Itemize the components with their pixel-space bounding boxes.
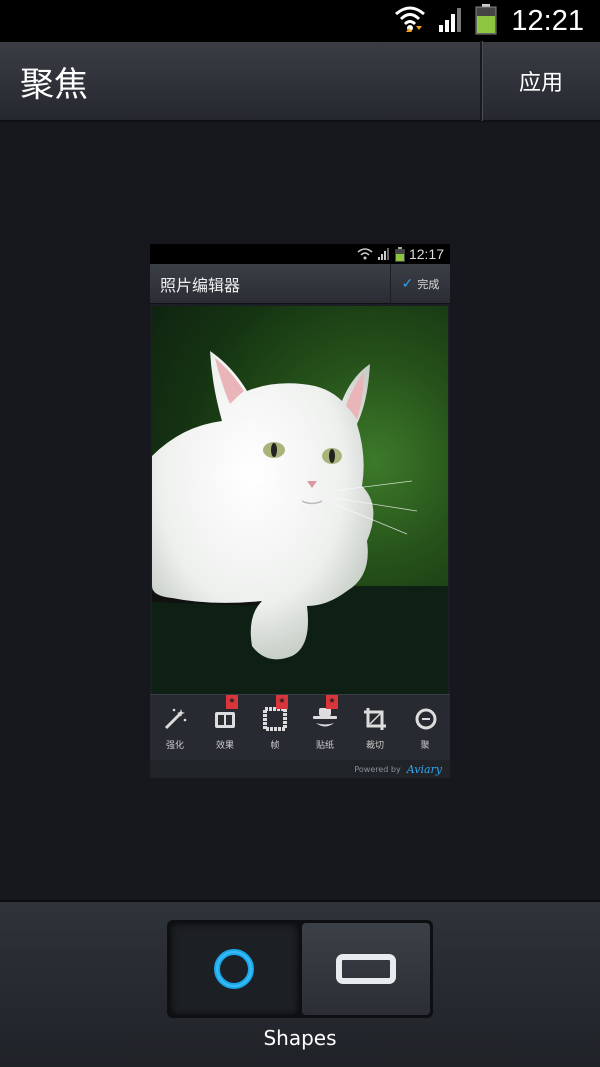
focus-icon <box>415 708 437 729</box>
shape-selector <box>167 920 433 1018</box>
sticker-icon <box>313 707 337 726</box>
battery-icon <box>475 3 497 39</box>
signal-icon <box>437 5 465 37</box>
cat-photo <box>152 306 448 694</box>
tool-label: 帧 <box>270 740 280 751</box>
rectangle-shape-button[interactable] <box>301 923 430 1015</box>
tool-stickers: ★ 贴纸 <box>300 695 350 761</box>
new-badge: ★ <box>326 695 338 709</box>
tool-label: 聚 <box>420 740 430 751</box>
circle-icon <box>214 949 255 989</box>
wifi-icon <box>393 4 427 38</box>
preview-done-label: 完成 <box>417 277 440 291</box>
check-icon: ✓ <box>401 275 414 292</box>
preview-battery-icon <box>394 246 405 262</box>
action-bar: 聚焦 应用 <box>0 41 600 122</box>
tool-focus: 聚 <box>400 695 450 761</box>
powered-by: Powered by Aviary <box>150 760 450 778</box>
new-badge: ★ <box>226 695 238 709</box>
frame-icon <box>263 706 287 731</box>
shapes-label: Shapes <box>263 1026 337 1050</box>
circle-shape-button[interactable] <box>170 923 299 1015</box>
status-time: 12:21 <box>511 4 584 37</box>
preview-image[interactable]: 12:17 照片编辑器 ✓ 完成 强化 ★ 效果 ★ 帧 ★ 贴纸 裁切 聚 P… <box>150 244 450 778</box>
tool-label: 贴纸 <box>315 740 334 751</box>
tool-label: 效果 <box>215 740 234 751</box>
brand-logo: Aviary <box>406 762 442 776</box>
effects-icon <box>215 711 235 728</box>
preview-toolbar: 强化 ★ 效果 ★ 帧 ★ 贴纸 裁切 聚 <box>150 694 450 760</box>
preview-done-button: ✓ 完成 <box>390 263 450 304</box>
page-title: 聚焦 <box>20 64 88 105</box>
preview-area: 12:17 照片编辑器 ✓ 完成 强化 ★ 效果 ★ 帧 ★ 贴纸 裁切 聚 P… <box>0 122 600 900</box>
tool-crop: 裁切 <box>350 695 400 761</box>
status-bar: 12:21 <box>0 0 600 42</box>
magic-wand-icon <box>164 708 187 729</box>
tool-effects: ★ 效果 <box>200 695 250 761</box>
preview-status-bar: 12:17 <box>150 244 450 264</box>
tool-label: 裁切 <box>365 740 384 751</box>
powered-by-label: Powered by <box>354 764 401 774</box>
tool-label: 强化 <box>165 740 184 751</box>
shapes-panel: Shapes <box>0 900 600 1067</box>
tool-frame: ★ 帧 <box>250 695 300 761</box>
preview-wifi-icon <box>357 248 373 260</box>
crop-icon <box>364 707 386 730</box>
tool-enhance: 强化 <box>150 695 200 761</box>
preview-action-bar: 照片编辑器 ✓ 完成 <box>150 263 450 304</box>
preview-signal-icon <box>377 248 389 260</box>
apply-button[interactable]: 应用 <box>480 41 600 121</box>
preview-title: 照片编辑器 <box>160 275 241 295</box>
preview-status-time: 12:17 <box>408 246 444 262</box>
new-badge: ★ <box>276 695 288 709</box>
rectangle-icon <box>335 954 396 984</box>
